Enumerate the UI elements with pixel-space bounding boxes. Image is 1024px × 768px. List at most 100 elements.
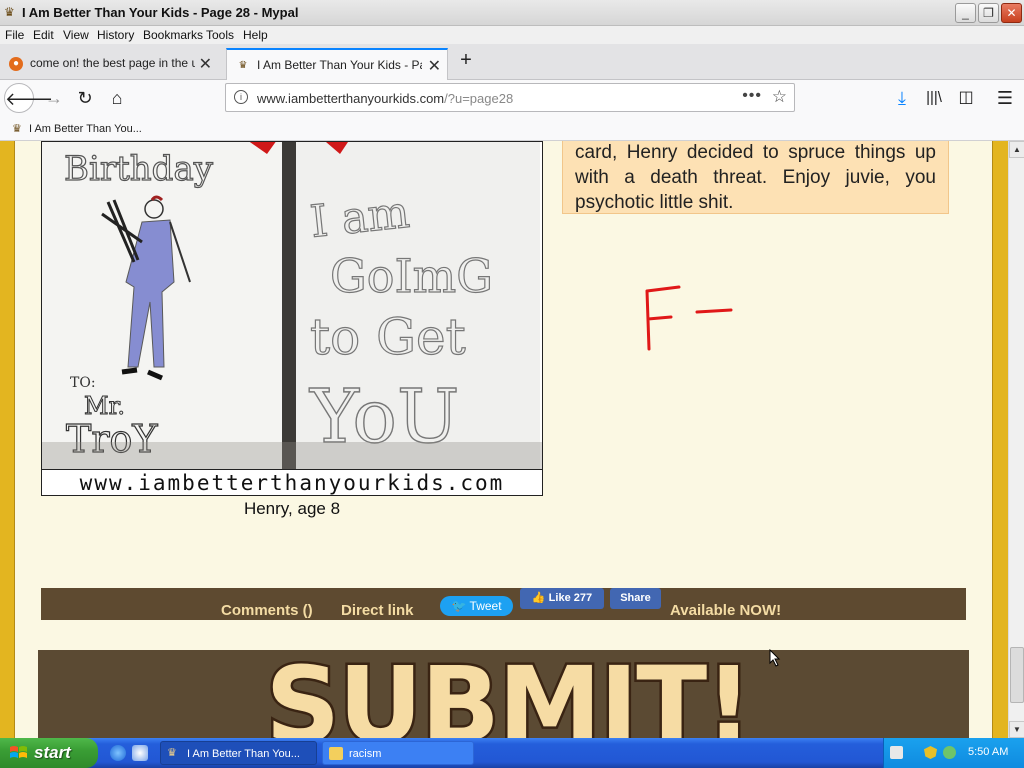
tab-label: come on! the best page in the uni <box>30 56 195 70</box>
folder-icon <box>329 747 343 760</box>
card-gap <box>282 142 296 469</box>
quick-launch-icon[interactable] <box>132 745 148 761</box>
url-text[interactable]: www.iambetterthanyourkids.com/?u=page28 <box>257 91 513 106</box>
threat-line-3: to Get <box>310 308 466 366</box>
bookmark-star-icon[interactable]: ☆ <box>772 87 787 107</box>
grade-mark: F– <box>637 279 733 351</box>
menu-bookmarks[interactable]: Bookmarks <box>143 28 203 42</box>
scroll-up-arrow-icon[interactable]: ▲ <box>1009 141 1024 158</box>
review-text: card, Henry decided to spruce things up … <box>575 142 936 213</box>
facebook-share-button[interactable]: Share <box>610 588 661 609</box>
available-now-link[interactable]: Available NOW! <box>670 602 781 619</box>
site-info-icon[interactable]: i <box>234 90 248 104</box>
red-ribbon-left <box>249 142 276 154</box>
threat-line-2: GoImG <box>330 249 493 303</box>
grade-text: F– <box>637 279 639 280</box>
card-shadow <box>42 442 542 469</box>
tab-label: I Am Better Than Your Kids - Page <box>257 58 422 72</box>
birthday-card-inside: I am GoImG to Get YoU <box>296 142 540 469</box>
navigation-bar: 🡐 → ↻ ⌂ i www.iambetterthanyourkids.com/… <box>0 80 1024 117</box>
close-tab-icon[interactable]: ✕ <box>199 54 212 74</box>
restore-button[interactable]: ❐ <box>978 3 999 23</box>
scroll-down-arrow-icon[interactable]: ▼ <box>1009 721 1024 738</box>
tab-strip: ● come on! the best page in the uni ✕ ♛ … <box>0 44 1024 80</box>
close-window-button[interactable]: ✕ <box>1001 3 1022 23</box>
right-border-line <box>992 141 993 738</box>
submit-banner-text: SUBMIT! <box>263 650 755 738</box>
close-tab-icon[interactable]: ✕ <box>428 56 441 76</box>
menu-hamburger-icon[interactable]: ☰ <box>990 83 1020 113</box>
menu-edit[interactable]: Edit <box>33 28 54 42</box>
submit-banner[interactable]: SUBMIT! <box>38 650 969 738</box>
comic-watermark: www.iambetterthanyourkids.com <box>42 469 542 495</box>
menu-tools[interactable]: Tools <box>206 28 234 42</box>
menu-file[interactable]: File <box>5 28 24 42</box>
url-host: www.iambetterthanyourkids.com <box>257 91 445 106</box>
task-label: racism <box>349 748 382 760</box>
birthday-card-front: Birthday TO: Mr. TroY <box>42 142 296 469</box>
system-tray: 5:50 AM <box>883 738 1024 768</box>
card-front-drawing: Birthday TO: Mr. TroY <box>63 148 214 461</box>
security-shield-icon[interactable] <box>924 746 937 759</box>
thumbs-up-icon: 👍 <box>531 592 546 604</box>
crown-task-icon: ♛ <box>167 747 177 759</box>
tweet-label: Tweet <box>469 599 502 613</box>
bookmark-label: I Am Better Than You... <box>28 123 142 135</box>
twitter-bird-icon: 🐦 <box>451 599 467 613</box>
share-bar: Comments () Direct link 🐦 Tweet 👍 Like 2… <box>41 588 966 620</box>
library-icon[interactable]: |||\ <box>919 83 949 113</box>
taskbar-task-browser[interactable]: ♛ I Am Better Than You... <box>160 741 317 765</box>
card-mr-text: Mr. <box>84 392 125 420</box>
direct-link[interactable]: Direct link <box>341 602 414 619</box>
threat-line-1: I am <box>308 187 412 248</box>
minimize-button[interactable]: _ <box>955 3 976 23</box>
title-bar: ♛ I Am Better Than Your Kids - Page 28 -… <box>0 0 1024 26</box>
facebook-like-button[interactable]: 👍 Like 277 <box>520 588 604 609</box>
kid-drawing-image: Birthday TO: Mr. TroY I am GoImG to Get <box>41 141 543 496</box>
menu-bar: File Edit View History Bookmarks Tools H… <box>0 26 1024 44</box>
url-path: /?u=page28 <box>444 91 514 106</box>
menu-history[interactable]: History <box>97 28 134 42</box>
page-viewport: Birthday TO: Mr. TroY I am GoImG to Get <box>0 141 1008 738</box>
review-text-box: card, Henry decided to spruce things up … <box>562 141 949 214</box>
keyboard-tray-icon[interactable] <box>890 746 903 759</box>
menu-help[interactable]: Help <box>243 28 268 42</box>
tab-iambetter[interactable]: ♛ I Am Better Than Your Kids - Page ✕ <box>226 48 448 80</box>
bookmark-item[interactable]: ♛ I Am Better Than You... <box>12 122 142 135</box>
task-label: I Am Better Than You... <box>187 748 300 760</box>
tweet-button[interactable]: 🐦 Tweet <box>440 596 513 616</box>
url-bar[interactable]: i www.iambetterthanyourkids.com/?u=page2… <box>225 83 795 112</box>
window-title: I Am Better Than Your Kids - Page 28 - M… <box>22 5 299 20</box>
left-page-border <box>0 141 14 738</box>
page-actions-icon[interactable]: ••• <box>742 87 762 105</box>
new-tab-button[interactable]: + <box>455 48 477 72</box>
firefox-tab-icon: ● <box>9 57 23 71</box>
mypal-app-icon: ♛ <box>4 5 15 19</box>
tab-best-page[interactable]: ● come on! the best page in the uni ✕ <box>0 48 218 80</box>
like-label: Like 277 <box>548 592 593 604</box>
network-tray-icon[interactable] <box>943 746 956 759</box>
crown-bookmark-icon: ♛ <box>12 123 22 135</box>
sidebar-icon[interactable]: ◫ <box>951 83 981 113</box>
start-button[interactable]: start <box>0 738 98 768</box>
taskbar-clock: 5:50 AM <box>968 746 1009 758</box>
menu-view[interactable]: View <box>63 28 89 42</box>
back-button[interactable]: 🡐 <box>4 83 53 113</box>
reload-button[interactable]: ↻ <box>70 83 100 113</box>
bookmarks-bar: ♛ I Am Better Than You... <box>0 117 1024 141</box>
mouse-cursor-icon <box>769 649 781 667</box>
downloads-icon[interactable]: ⤓ <box>887 83 917 113</box>
taskbar-task-folder[interactable]: racism <box>322 741 474 765</box>
image-caption: Henry, age 8 <box>243 499 341 518</box>
comments-link[interactable]: Comments () <box>221 602 313 619</box>
scroll-thumb[interactable] <box>1010 647 1024 703</box>
home-button[interactable]: ⌂ <box>102 83 132 113</box>
internet-explorer-icon[interactable] <box>110 745 126 761</box>
card-to-text: TO: <box>70 375 96 391</box>
right-page-border <box>993 141 1008 738</box>
vertical-scrollbar[interactable]: ▲ ▼ <box>1008 141 1024 738</box>
windows-taskbar: start ♛ I Am Better Than You... racism 5… <box>0 738 1024 768</box>
crown-tab-icon: ♛ <box>238 60 248 71</box>
forward-button[interactable]: → <box>39 83 69 113</box>
card-inside-drawing: I am GoImG to Get YoU <box>307 142 494 461</box>
